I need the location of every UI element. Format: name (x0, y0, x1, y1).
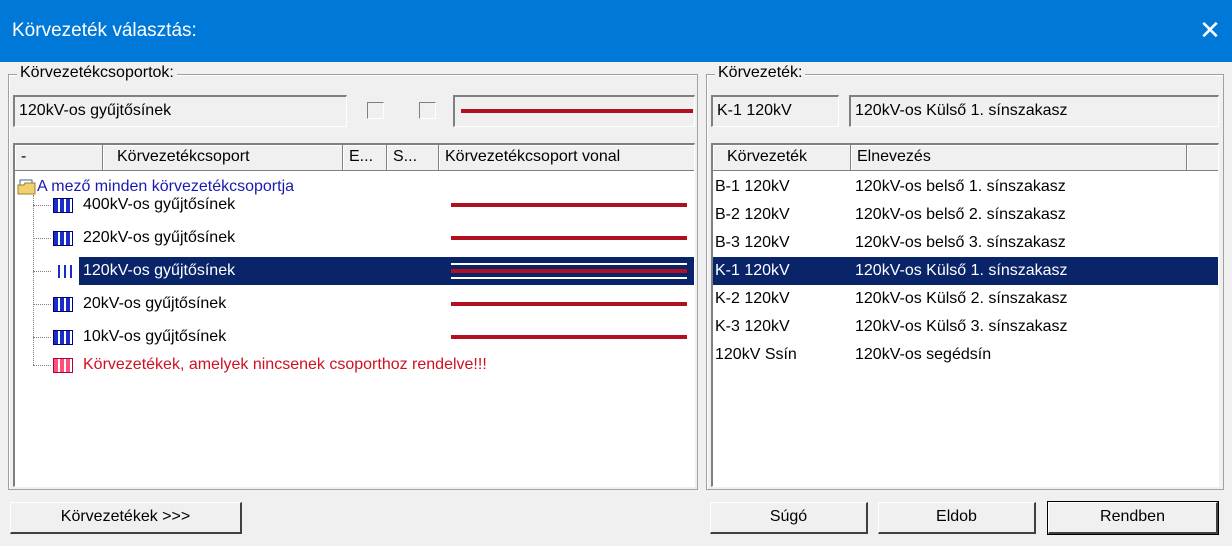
line-style-sample (461, 109, 693, 113)
close-icon[interactable]: ✕ (1188, 8, 1232, 52)
checkbox-s[interactable] (419, 102, 436, 119)
list-item-code: K-2 120kV (715, 290, 790, 307)
list-item-code: B-3 120kV (715, 234, 790, 251)
list-item-name: 120kV-os Külső 2. sínszakasz (855, 290, 1068, 307)
tree-connector (33, 238, 51, 239)
column-header-dash[interactable]: - (15, 145, 103, 171)
line-style-sample (451, 269, 687, 273)
tree-item[interactable]: 20kV-os gyűjtősínek (79, 290, 423, 318)
line-style-sample (451, 203, 687, 207)
tree-connector (33, 195, 34, 365)
tree-item[interactable]: 10kV-os gyűjtősínek (79, 323, 423, 351)
column-header-line[interactable]: Körvezetékcsoport vonal (439, 145, 694, 171)
tree-item[interactable]: 220kV-os gyűjtősínek (79, 224, 423, 252)
tree-connector (33, 365, 51, 366)
dialog-body: Körvezetékcsoportok: 120kV-os gyűjtősíne… (8, 62, 1224, 546)
list-item[interactable]: 120kV Ssín 120kV-os segédsín (713, 341, 1218, 369)
column-header-e[interactable]: E... (343, 145, 387, 171)
list-item-name: 120kV-os belső 3. sínszakasz (855, 234, 1066, 251)
column-header-line[interactable]: Körvezeték (713, 145, 851, 171)
line-style-field (453, 95, 695, 127)
list-item-code: 120kV Ssín (715, 346, 797, 363)
list-item[interactable]: K-2 120kV 120kV-os Külső 2. sínszakasz (713, 285, 1218, 313)
line-style-sample (451, 236, 687, 240)
tree-item-label: 120kV-os gyűjtősínek (83, 262, 236, 279)
tree-connector (33, 304, 51, 305)
line-style-sample (451, 277, 687, 279)
list-item[interactable]: K-3 120kV 120kV-os Külső 3. sínszakasz (713, 313, 1218, 341)
list-item-code: K-1 120kV (715, 262, 790, 279)
list-item-name: 120kV-os Külső 1. sínszakasz (855, 262, 1068, 279)
tree-connector (33, 205, 51, 206)
checkbox-e[interactable] (367, 102, 384, 119)
line-style-sample (451, 335, 687, 339)
list-item-selected[interactable]: K-1 120kV 120kV-os Külső 1. sínszakasz (713, 257, 1218, 285)
title-bar: Körvezeték választás: ✕ (0, 0, 1232, 62)
list-item-name: 120kV-os belső 1. sínszakasz (855, 178, 1066, 195)
list-item-name: 120kV-os segédsín (855, 346, 992, 363)
lines-button[interactable]: Körvezetékek >>> (10, 502, 242, 534)
list-item-code: K-3 120kV (715, 318, 790, 335)
current-group-field: 120kV-os gyűjtősínek (13, 95, 347, 127)
group-icon (53, 330, 73, 345)
group-icon (53, 264, 73, 279)
tree-connector (33, 271, 51, 272)
current-line-name-field: 120kV-os Külső 1. sínszakasz (849, 95, 1219, 127)
group-box-title: Körvezetékcsoportok: (17, 64, 177, 82)
discard-button[interactable]: Eldob (878, 502, 1036, 534)
unassigned-group-icon (53, 358, 73, 373)
group-icon (53, 231, 73, 246)
line-list[interactable]: Körvezeték Elnevezés B-1 120kV 120kV-os … (711, 143, 1219, 487)
group-box-title: Körvezeték: (715, 64, 806, 82)
group-box-lines: Körvezeték: K-1 120kV 120kV-os Külső 1. … (706, 64, 1224, 490)
line-style-sample (451, 263, 687, 265)
line-style-sample (451, 302, 687, 306)
tree-item-unassigned[interactable]: Körvezetékek, amelyek nincsenek csoporth… (79, 351, 683, 379)
folder-icon (17, 178, 37, 196)
column-header-name[interactable]: Elnevezés (851, 145, 1187, 171)
list-item[interactable]: B-2 120kV 120kV-os belső 2. sínszakasz (713, 201, 1218, 229)
list-item-code: B-1 120kV (715, 178, 790, 195)
group-box-groups: Körvezetékcsoportok: 120kV-os gyűjtősíne… (8, 64, 698, 490)
list-item-code: B-2 120kV (715, 206, 790, 223)
tree-item[interactable]: 400kV-os gyűjtősínek (79, 191, 423, 219)
column-header-group[interactable]: Körvezetékcsoport (103, 145, 343, 171)
ok-button[interactable]: Rendben (1047, 501, 1219, 535)
group-icon (53, 198, 73, 213)
group-tree-list[interactable]: - Körvezetékcsoport E... S... Körvezeték… (13, 143, 695, 487)
group-icon (53, 297, 73, 312)
current-line-code-field: K-1 120kV (711, 95, 839, 127)
list-item[interactable]: B-1 120kV 120kV-os belső 1. sínszakasz (713, 173, 1218, 201)
list-item-name: 120kV-os belső 2. sínszakasz (855, 206, 1066, 223)
help-button[interactable]: Súgó (710, 502, 868, 534)
column-header-blank (1187, 145, 1218, 171)
window-title: Körvezeték választás: (12, 20, 197, 41)
list-item[interactable]: B-3 120kV 120kV-os belső 3. sínszakasz (713, 229, 1218, 257)
list-item-name: 120kV-os Külső 3. sínszakasz (855, 318, 1068, 335)
column-header-s[interactable]: S... (387, 145, 439, 171)
tree-connector (33, 337, 51, 338)
